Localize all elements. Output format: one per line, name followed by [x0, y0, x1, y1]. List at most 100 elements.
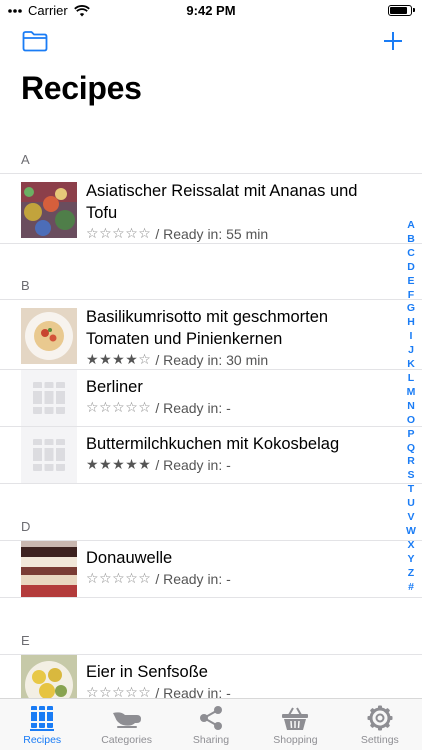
star-empty-icon: ☆: [138, 225, 152, 241]
star-filled-icon: ★: [99, 456, 113, 472]
tab-recipes[interactable]: Recipes: [0, 699, 84, 750]
recipe-title: Basilikumrisotto mit geschmorten Tomaten…: [86, 308, 329, 348]
recipe-placeholder: [21, 370, 77, 426]
star-filled-icon: ★: [125, 456, 139, 472]
index-letter[interactable]: C: [407, 247, 415, 261]
recipe-meta: ☆☆☆☆☆ / Ready in: -: [86, 570, 392, 587]
ready-time: / Ready in: 30 min: [155, 351, 269, 368]
rating-stars: ☆☆☆☆☆: [86, 399, 151, 416]
folder-icon: [22, 31, 48, 52]
recipe-row[interactable]: Berliner ☆☆☆☆☆ / Ready in: -: [0, 370, 422, 427]
index-letter[interactable]: X: [407, 539, 414, 553]
star-filled-icon: ★: [86, 456, 100, 472]
recipe-photo: [21, 182, 77, 238]
index-letter[interactable]: G: [407, 302, 415, 316]
star-filled-icon: ★: [112, 456, 126, 472]
add-recipe-button[interactable]: [382, 30, 404, 57]
risotto-photo-icon: [21, 308, 77, 364]
index-letter[interactable]: Z: [408, 567, 414, 581]
navigation-bar: [0, 28, 422, 60]
index-letter[interactable]: D: [407, 261, 415, 275]
index-letter[interactable]: K: [407, 358, 415, 372]
index-letter[interactable]: H: [407, 316, 415, 330]
tab-bar: Recipes Categories Sharing Shopping Sett…: [0, 698, 422, 750]
tab-sharing[interactable]: Sharing: [169, 699, 253, 750]
tab-categories[interactable]: Categories: [84, 699, 168, 750]
star-empty-icon: ☆: [99, 684, 113, 698]
index-letter[interactable]: V: [407, 511, 414, 525]
recipe-title: Donauwelle: [86, 549, 173, 567]
tab-label: Sharing: [192, 734, 230, 746]
index-letter[interactable]: U: [407, 497, 415, 511]
index-letter[interactable]: #: [408, 581, 414, 595]
page-title: Recipes: [21, 70, 142, 106]
plus-icon: [384, 32, 402, 50]
recipe-text: Buttermilchkuchen mit Kokosbelag ★★★★★ /…: [86, 433, 392, 473]
index-letter[interactable]: P: [407, 428, 414, 442]
section-header-b: B: [0, 266, 422, 300]
star-empty-icon: ☆: [86, 570, 100, 586]
section-letter: A: [21, 152, 30, 167]
battery-icon: [388, 5, 415, 16]
star-empty-icon: ☆: [112, 684, 126, 698]
index-letter[interactable]: M: [407, 386, 416, 400]
index-letter[interactable]: L: [408, 372, 414, 386]
section-header-a: A: [0, 140, 422, 174]
index-letter[interactable]: A: [407, 219, 415, 233]
index-letter[interactable]: I: [410, 330, 413, 344]
ready-time: / Ready in: 55 min: [155, 225, 269, 242]
recipe-row[interactable]: Buttermilchkuchen mit Kokosbelag ★★★★★ /…: [0, 427, 422, 484]
recipe-text: Basilikumrisotto mit geschmorten Tomaten…: [86, 306, 392, 368]
index-letter[interactable]: O: [407, 414, 415, 428]
recipe-row[interactable]: Asiatischer Reissalat mit Ananas und Tof…: [0, 174, 422, 244]
recipe-title: Buttermilchkuchen mit Kokosbelag: [86, 435, 340, 453]
recipe-text: Eier in Senfsoße ☆☆☆☆☆ / Ready in: -: [86, 661, 392, 698]
recipe-title: Berliner: [86, 378, 143, 396]
rating-stars: ☆☆☆☆☆: [86, 570, 151, 587]
folder-button[interactable]: [22, 30, 48, 57]
eggs-photo-icon: [21, 655, 77, 698]
index-letter[interactable]: Q: [407, 442, 415, 456]
index-letter[interactable]: B: [407, 233, 415, 247]
star-empty-icon: ☆: [138, 351, 152, 367]
books-icon: [30, 706, 55, 731]
recipe-text: Asiatischer Reissalat mit Ananas und Tof…: [86, 180, 392, 242]
star-empty-icon: ☆: [112, 570, 126, 586]
star-empty-icon: ☆: [99, 570, 113, 586]
recipe-list[interactable]: A Asiatischer Reissalat mit Ananas und T…: [0, 140, 422, 698]
index-letter[interactable]: S: [407, 469, 414, 483]
recipe-meta: ☆☆☆☆☆ / Ready in: -: [86, 684, 392, 698]
share-icon: [200, 706, 223, 730]
star-empty-icon: ☆: [138, 399, 152, 415]
tab-settings[interactable]: Settings: [338, 699, 422, 750]
rating-stars: ☆☆☆☆☆: [86, 225, 151, 242]
status-bar: Carrier 9:42 PM: [0, 0, 422, 22]
recipe-meta: ☆☆☆☆☆ / Ready in: -: [86, 399, 392, 416]
section-letter: B: [21, 278, 30, 293]
recipe-row[interactable]: Donauwelle ☆☆☆☆☆ / Ready in: -: [0, 541, 422, 598]
star-empty-icon: ☆: [125, 570, 139, 586]
index-letter[interactable]: E: [407, 275, 414, 289]
index-letter[interactable]: T: [408, 483, 414, 497]
section-index[interactable]: A B C D E F G H I J K L M N O P Q R S T U V W X Y Z #: [404, 219, 418, 594]
recipe-photo: [21, 541, 77, 597]
section-header-e: E: [0, 621, 422, 655]
index-letter[interactable]: F: [408, 289, 414, 303]
index-letter[interactable]: N: [407, 400, 415, 414]
star-empty-icon: ☆: [86, 684, 100, 698]
recipe-meta: ★★★★★ / Ready in: -: [86, 456, 392, 473]
section-letter: D: [21, 519, 31, 534]
index-letter[interactable]: Y: [407, 553, 414, 567]
recipe-row[interactable]: Eier in Senfsoße ☆☆☆☆☆ / Ready in: -: [0, 655, 422, 698]
recipe-meta: ★★★★☆ / Ready in: 30 min: [86, 351, 392, 368]
recipe-title: Asiatischer Reissalat mit Ananas und Tof…: [86, 182, 358, 222]
star-empty-icon: ☆: [99, 399, 113, 415]
index-letter[interactable]: R: [407, 455, 415, 469]
index-letter[interactable]: J: [408, 344, 414, 358]
recipe-row[interactable]: Basilikumrisotto mit geschmorten Tomaten…: [0, 300, 422, 370]
ready-time: / Ready in: -: [155, 399, 231, 416]
index-letter[interactable]: W: [406, 525, 416, 539]
tab-shopping[interactable]: Shopping: [253, 699, 337, 750]
ready-time: / Ready in: -: [155, 456, 231, 473]
